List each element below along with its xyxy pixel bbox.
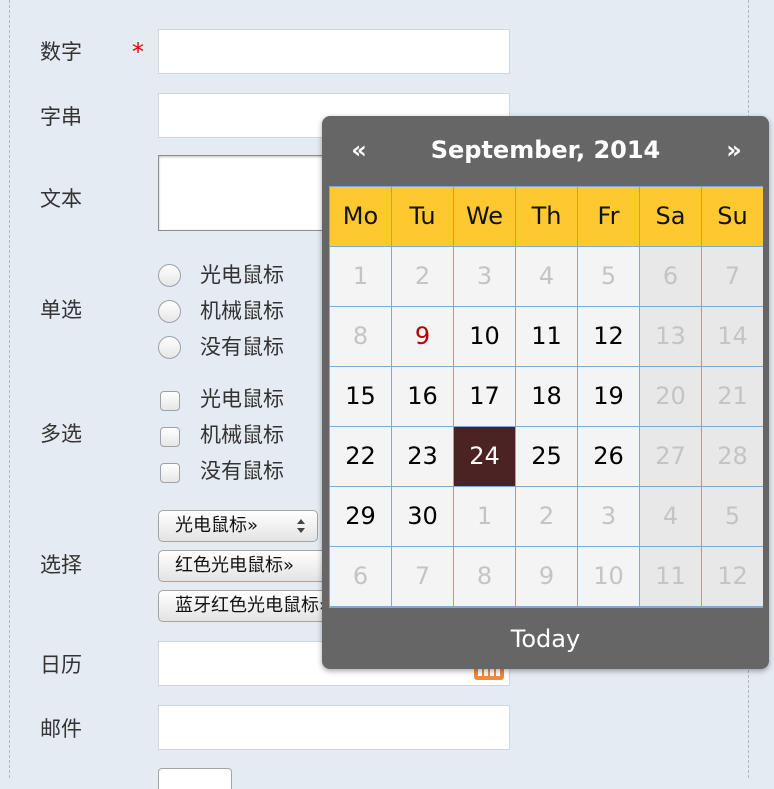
single-choice-label: 单选 (40, 298, 82, 322)
calendar-day-cell: 13 (640, 307, 701, 366)
calendar-day-cell: 14 (702, 307, 763, 366)
calendar-day-cell: 8 (330, 307, 391, 366)
checkbox-optical-mouse[interactable] (160, 391, 180, 411)
calendar-day-cell[interactable]: 18 (516, 367, 577, 426)
calendar-day-cell[interactable]: 9 (392, 307, 453, 366)
calendar-day-cell[interactable]: 24 (454, 427, 515, 486)
calendar-day-cell: 7 (392, 547, 453, 606)
calendar-day-cell: 10 (578, 547, 639, 606)
calendar-day-cell: 2 (392, 247, 453, 306)
calendar-day-cell: 20 (640, 367, 701, 426)
text-label: 文本 (40, 187, 82, 211)
date-label: 日历 (40, 653, 82, 677)
today-button[interactable]: Today (322, 621, 769, 657)
calendar-day-cell[interactable]: 16 (392, 367, 453, 426)
select-color-mouse-value: 红色光电鼠标» (175, 555, 295, 576)
multi-choice-label: 多选 (40, 422, 82, 446)
radio-mechanical-mouse[interactable] (158, 300, 181, 323)
checkbox-no-mouse[interactable] (160, 463, 180, 483)
calendar-day-cell: 5 (702, 487, 763, 546)
calendar-day-cell: 9 (516, 547, 577, 606)
next-month-button[interactable]: » (714, 134, 754, 166)
radio-label-none: 没有鼠标 (200, 335, 284, 359)
weekday-header: Su (702, 187, 763, 246)
select-label: 选择 (40, 553, 82, 577)
checkbox-label-optical: 光电鼠标 (200, 387, 284, 411)
weekday-header: Sa (640, 187, 701, 246)
calendar-day-cell[interactable]: 15 (330, 367, 391, 426)
calendar-day-cell: 27 (640, 427, 701, 486)
radio-no-mouse[interactable] (158, 336, 181, 359)
checkbox-mechanical-mouse[interactable] (160, 427, 180, 447)
weekday-header: Th (516, 187, 577, 246)
calendar-day-cell: 3 (454, 247, 515, 306)
weekday-header: We (454, 187, 515, 246)
calendar-day-cell[interactable]: 17 (454, 367, 515, 426)
calendar-day-cell[interactable]: 10 (454, 307, 515, 366)
calendar-day-cell: 1 (454, 487, 515, 546)
checkbox-label-none: 没有鼠标 (200, 459, 284, 483)
calendar-day-cell[interactable]: 26 (578, 427, 639, 486)
select-mouse-type[interactable]: 光电鼠标» (158, 510, 318, 542)
select-arrows-icon (297, 519, 305, 533)
radio-label-mechanical: 机械鼠标 (200, 299, 284, 323)
calendar-day-cell: 6 (330, 547, 391, 606)
calendar-day-cell: 11 (640, 547, 701, 606)
calendar-month-title[interactable]: September, 2014 (322, 134, 769, 166)
calendar-header: September, 2014 « » (322, 134, 769, 166)
calendar-day-cell: 1 (330, 247, 391, 306)
calendar-day-cell: 5 (578, 247, 639, 306)
string-label: 字串 (40, 105, 82, 129)
calendar-popup: September, 2014 « » Mo Tu We Th Fr Sa Su 1 2 3 4 5 6… (322, 116, 769, 669)
weekday-header: Fr (578, 187, 639, 246)
calendar-day-cell: 7 (702, 247, 763, 306)
calendar-day-cell[interactable]: 25 (516, 427, 577, 486)
calendar-day-cell: 28 (702, 427, 763, 486)
calendar-day-cell: 8 (454, 547, 515, 606)
radio-label-optical: 光电鼠标 (200, 263, 284, 287)
calendar-day-cell[interactable]: 30 (392, 487, 453, 546)
number-input[interactable] (158, 29, 510, 74)
calendar-day-cell: 21 (702, 367, 763, 426)
number-label: 数字 (40, 40, 82, 64)
select-color-mouse[interactable]: 红色光电鼠标» (158, 550, 330, 582)
calendar-day-cell[interactable]: 23 (392, 427, 453, 486)
weekday-header: Tu (392, 187, 453, 246)
calendar-day-cell[interactable]: 12 (578, 307, 639, 366)
radio-optical-mouse[interactable] (158, 264, 181, 287)
select-mouse-type-value: 光电鼠标» (175, 515, 259, 536)
required-asterisk: * (132, 38, 144, 66)
select-bluetooth-mouse-value: 蓝牙红色光电鼠标» (175, 595, 330, 616)
calendar-day-cell[interactable]: 22 (330, 427, 391, 486)
email-input[interactable] (158, 705, 510, 750)
calendar-day-cell[interactable]: 11 (516, 307, 577, 366)
submit-button[interactable] (158, 768, 232, 789)
calendar-day-cell: 2 (516, 487, 577, 546)
calendar-day-cell: 6 (640, 247, 701, 306)
calendar-day-cell[interactable]: 29 (330, 487, 391, 546)
calendar-day-cell: 12 (702, 547, 763, 606)
email-label: 邮件 (40, 717, 82, 741)
select-bluetooth-mouse[interactable]: 蓝牙红色光电鼠标» (158, 590, 330, 622)
checkbox-label-mechanical: 机械鼠标 (200, 423, 284, 447)
weekday-header: Mo (330, 187, 391, 246)
calendar-day-cell: 3 (578, 487, 639, 546)
calendar-day-cell[interactable]: 19 (578, 367, 639, 426)
page-left-border (9, 0, 10, 778)
prev-month-button[interactable]: « (339, 134, 379, 166)
calendar-day-cell: 4 (640, 487, 701, 546)
calendar-grid: Mo Tu We Th Fr Sa Su 1 2 3 4 5 6 7 8 9 10 11 12 13 14 15 16 17 1… (329, 186, 763, 608)
calendar-day-cell: 4 (516, 247, 577, 306)
